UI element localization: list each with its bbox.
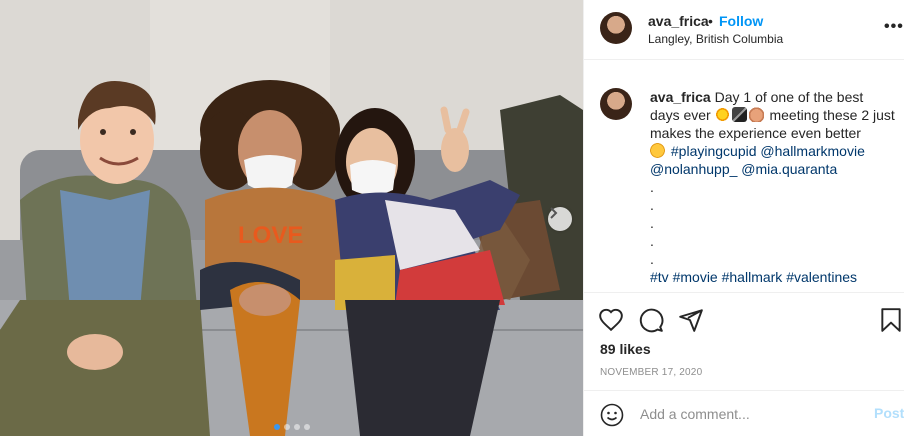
post-photo[interactable]: LOVE (0, 0, 583, 436)
author-username[interactable]: ava_frica (648, 13, 709, 29)
collision-emoji (714, 107, 730, 122)
follow-button[interactable]: Follow (719, 13, 763, 29)
hashtag-link[interactable]: #tv (650, 269, 669, 285)
carousel-dot (293, 424, 300, 430)
carousel-dot (303, 424, 310, 430)
author-avatar[interactable] (600, 12, 632, 44)
next-slide-button[interactable] (548, 207, 572, 231)
carousel-indicator (0, 424, 583, 430)
mention-link[interactable]: @hallmarkmovie (760, 143, 864, 159)
comment-icon[interactable] (638, 307, 664, 333)
more-options-icon[interactable]: ••• (884, 18, 904, 36)
carousel-dot-active (273, 424, 280, 430)
hashtag-link[interactable]: #movie (673, 269, 718, 285)
caption-dot: . (650, 179, 654, 195)
caption-author-avatar[interactable] (600, 88, 632, 120)
sweater-text: LOVE (238, 222, 303, 249)
bookmark-icon[interactable] (878, 307, 904, 333)
mention-link[interactable]: @nolanhupp_ (650, 161, 737, 177)
hashtag-link[interactable]: #playingcupid (671, 143, 757, 159)
clapper-board-emoji (731, 107, 747, 122)
likes-count[interactable]: 89 likes (600, 341, 651, 357)
hashtag-link[interactable]: #valentines (786, 269, 857, 285)
caption-area: ava_frica Day 1 of one of the best days … (584, 60, 904, 292)
post-header: ava_frica • Follow Langley, British Colu… (584, 0, 904, 60)
mention-link[interactable]: @mia.quaranta (741, 161, 837, 177)
comment-input[interactable] (640, 404, 860, 424)
share-icon[interactable] (678, 307, 704, 333)
caption-dot: . (650, 251, 654, 267)
caption-text: ava_frica Day 1 of one of the best days … (650, 88, 896, 286)
heart-icon[interactable] (598, 307, 624, 333)
post-comment-button[interactable]: Post (874, 405, 904, 421)
carousel-dot (283, 424, 290, 430)
header-separator: • (708, 13, 713, 29)
fist-bump-emoji (748, 107, 764, 122)
post-side-panel: ava_frica • Follow Langley, British Colu… (583, 0, 904, 436)
photo-illustration: LOVE (0, 0, 583, 436)
caption-dot: . (650, 215, 654, 231)
caption-username[interactable]: ava_frica (650, 89, 711, 105)
hashtag-link[interactable]: #hallmark (722, 269, 783, 285)
comment-bar: Post (584, 390, 904, 436)
caption-dot: . (650, 233, 654, 249)
post-location[interactable]: Langley, British Columbia (648, 32, 783, 46)
caption-dot: . (650, 197, 654, 213)
hugging-face-emoji (650, 143, 665, 158)
emoji-icon[interactable] (600, 403, 624, 427)
post-date[interactable]: NOVEMBER 17, 2020 (600, 367, 702, 378)
chevron-right-icon (550, 207, 558, 219)
